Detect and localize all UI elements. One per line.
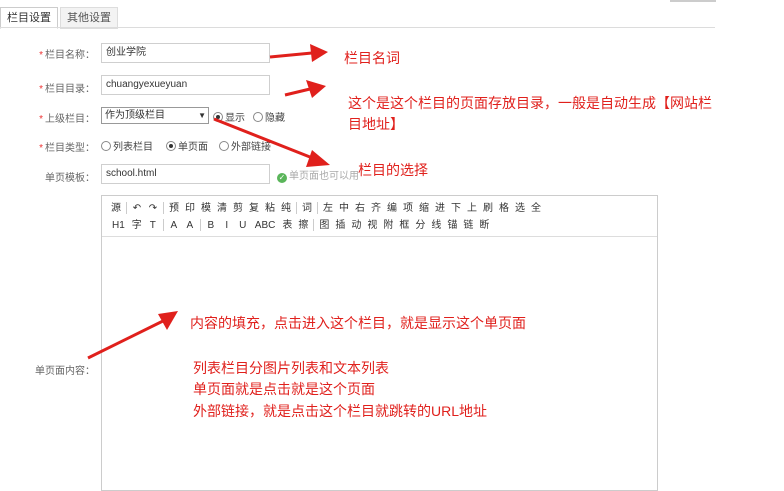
- annotation-dir-line2: 目地址】: [348, 116, 404, 132]
- arrowhead-1: [310, 44, 328, 62]
- annotation-column-name: 栏目名词: [344, 50, 400, 66]
- annotation-dir-line1: 这个是这个栏目的页面存放目录，一般是自动生成【网站栏: [348, 95, 712, 111]
- annotation-type-line2: 单页面就是点击就是这个页面: [193, 381, 375, 397]
- annotation-content: 内容的填充，点击进入这个栏目，就是显示这个单页面: [190, 315, 526, 331]
- annotation-type-line1: 列表栏目分图片列表和文本列表: [193, 360, 389, 376]
- arrow-3: [213, 117, 316, 161]
- arrowhead-3: [306, 150, 330, 167]
- arrowhead-2: [306, 80, 326, 98]
- arrow-2: [284, 87, 311, 97]
- arrow-4: [87, 318, 166, 360]
- arrow-1: [269, 51, 313, 59]
- annotation-type-line3: 外部链接，就是点击这个栏目就跳转的URL地址: [193, 403, 488, 419]
- annotation-parent-select: 栏目的选择: [358, 162, 428, 178]
